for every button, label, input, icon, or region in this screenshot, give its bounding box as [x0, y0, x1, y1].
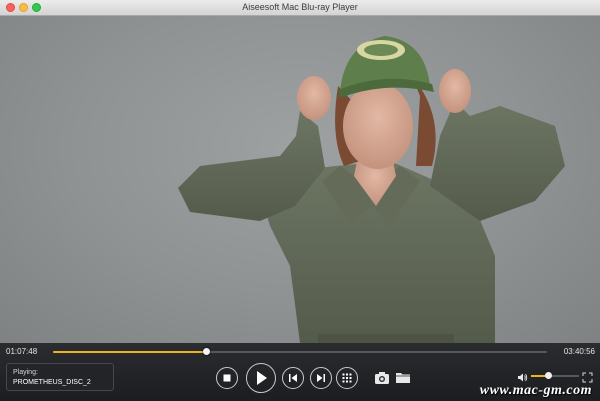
next-chapter-button[interactable] — [310, 367, 332, 389]
title-bar: Aiseesoft Mac Blu-ray Player — [0, 0, 600, 16]
window-title: Aiseesoft Mac Blu-ray Player — [242, 2, 358, 12]
progress-fill — [53, 351, 207, 353]
watermark-text: www.mac-gm.com — [479, 383, 592, 398]
now-playing-title: PROMETHEUS_DISC_2 — [13, 379, 91, 386]
current-time: 01:07:48 — [6, 347, 38, 356]
open-folder-button[interactable] — [395, 371, 411, 384]
volume-slider[interactable] — [531, 372, 579, 379]
expand-icon — [582, 372, 593, 383]
grid-menu-icon — [342, 373, 352, 383]
speaker-icon — [518, 373, 528, 382]
now-playing-panel: Playing: PROMETHEUS_DISC_2 — [6, 363, 114, 391]
next-icon — [317, 374, 325, 382]
stop-button[interactable] — [216, 367, 238, 389]
volume-knob[interactable] — [544, 372, 552, 379]
progress-slider[interactable] — [53, 348, 547, 355]
play-icon — [257, 371, 267, 385]
folder-icon — [396, 373, 410, 383]
volume-button[interactable] — [517, 370, 528, 382]
progress-knob[interactable] — [203, 348, 211, 355]
camera-icon — [375, 372, 389, 384]
previous-chapter-button[interactable] — [282, 367, 304, 389]
stop-icon — [223, 374, 231, 382]
now-playing-label: Playing: — [13, 369, 38, 376]
snapshot-button[interactable] — [374, 371, 390, 385]
video-frame[interactable] — [0, 16, 600, 343]
play-button[interactable] — [246, 363, 276, 393]
previous-icon — [289, 374, 297, 382]
disc-menu-button[interactable] — [336, 367, 358, 389]
video-still-image — [178, 36, 565, 343]
fullscreen-button[interactable] — [582, 370, 593, 383]
total-time: 03:40:56 — [563, 347, 595, 356]
